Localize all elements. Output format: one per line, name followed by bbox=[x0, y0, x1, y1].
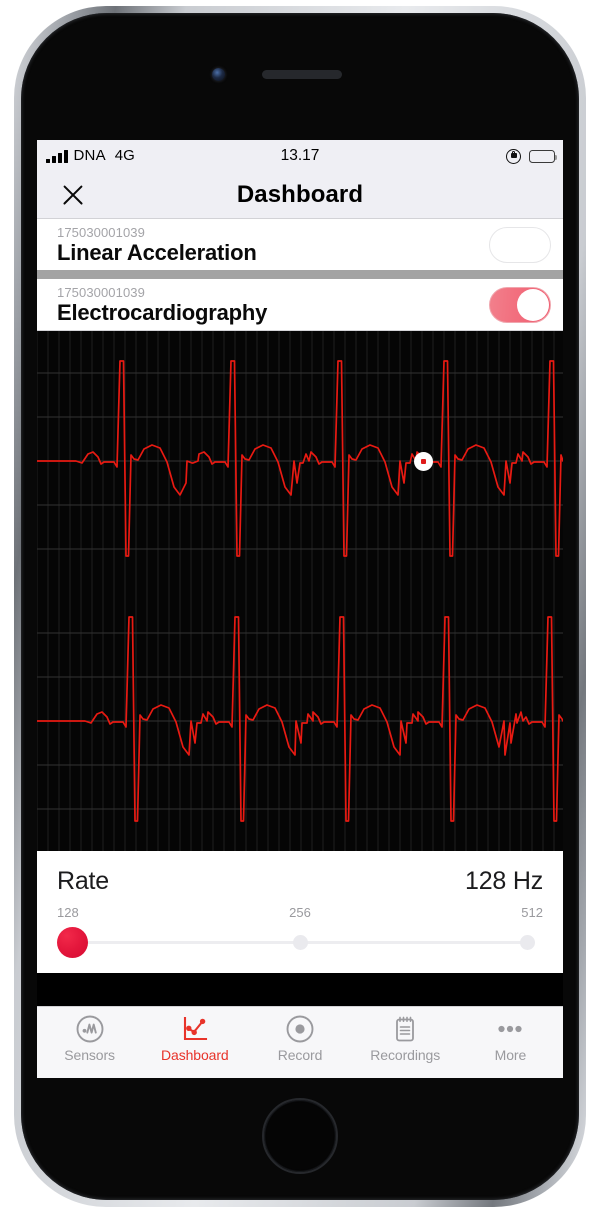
ecg-chart-bottom[interactable] bbox=[37, 591, 563, 851]
chart-cursor-marker[interactable] bbox=[413, 451, 433, 471]
rate-label: Rate bbox=[57, 867, 110, 895]
tick-label-min: 128 bbox=[57, 905, 79, 920]
tick-label-max: 512 bbox=[521, 905, 543, 920]
tab-record[interactable]: Record bbox=[247, 1014, 352, 1063]
tab-label-record: Record bbox=[277, 1047, 323, 1063]
clock-label: 13.17 bbox=[280, 147, 320, 164]
toggle-knob bbox=[517, 288, 549, 321]
ecg-waveform-path bbox=[37, 360, 563, 557]
battery-full-icon bbox=[529, 149, 558, 163]
phone-screen: DNA 4G 13.17 Dashboard 175030001039 Line… bbox=[37, 140, 563, 1078]
earpiece-speaker bbox=[262, 70, 342, 79]
movesense-circle-icon bbox=[75, 1014, 105, 1044]
tab-label-dashboard: Dashboard bbox=[161, 1047, 229, 1063]
chart-gridlines bbox=[37, 591, 563, 851]
sensor-texts: 175030001039 Linear Acceleration bbox=[57, 225, 257, 265]
slider-step-256[interactable] bbox=[292, 935, 308, 950]
ecg-chart-bottom-svg bbox=[37, 591, 563, 851]
sensor-name-label: Linear Acceleration bbox=[57, 239, 257, 265]
toggle-electrocardiography[interactable] bbox=[489, 286, 551, 323]
chart-gridlines bbox=[37, 331, 563, 591]
tab-bar: Sensors Dashboard Record Recordings More bbox=[37, 1006, 563, 1078]
chart-scatter-icon bbox=[180, 1014, 210, 1044]
ecg-chart-top[interactable] bbox=[37, 331, 563, 591]
tab-sensors[interactable]: Sensors bbox=[37, 1014, 142, 1063]
tab-more[interactable]: More bbox=[458, 1014, 563, 1063]
screenshot-stage: DNA 4G 13.17 Dashboard 175030001039 Line… bbox=[0, 0, 600, 1213]
section-divider bbox=[37, 270, 563, 279]
rate-slider[interactable] bbox=[57, 925, 543, 959]
sensor-row-electrocardiography[interactable]: 175030001039 Electrocardiography bbox=[37, 279, 563, 330]
rate-value: 128 Hz bbox=[464, 867, 543, 895]
toggle-linear-acceleration[interactable] bbox=[489, 226, 551, 263]
rate-tick-labels: 128 256 512 bbox=[57, 905, 543, 923]
tick-label-mid: 256 bbox=[289, 905, 311, 920]
rate-panel: Rate 128 Hz 128 256 512 bbox=[37, 851, 563, 973]
tab-label-sensors: Sensors bbox=[64, 1047, 115, 1063]
tab-label-recordings: Recordings bbox=[370, 1047, 441, 1063]
sensor-device-id: 175030001039 bbox=[57, 284, 145, 300]
rotation-lock-icon bbox=[506, 148, 521, 164]
tab-recordings[interactable]: Recordings bbox=[353, 1014, 458, 1063]
sensor-texts: 175030001039 Electrocardiography bbox=[57, 285, 267, 325]
home-button[interactable] bbox=[262, 1098, 338, 1174]
page-title: Dashboard bbox=[236, 181, 364, 208]
tab-dashboard[interactable]: Dashboard bbox=[142, 1014, 247, 1063]
close-x-icon[interactable] bbox=[59, 181, 87, 209]
record-circle-icon bbox=[285, 1014, 315, 1044]
front-camera-icon bbox=[212, 68, 225, 81]
sensor-name-label: Electrocardiography bbox=[57, 299, 268, 325]
slider-thumb[interactable] bbox=[57, 927, 88, 958]
notepad-icon bbox=[390, 1014, 420, 1044]
sensor-device-id: 175030001039 bbox=[57, 224, 145, 240]
ecg-chart-top-svg bbox=[37, 331, 563, 591]
sensor-row-linear-acceleration[interactable]: 175030001039 Linear Acceleration bbox=[37, 219, 563, 270]
navigation-bar: Dashboard bbox=[37, 172, 563, 219]
status-bar: DNA 4G 13.17 bbox=[37, 140, 563, 172]
ecg-waveform-path bbox=[37, 616, 563, 822]
tab-label-more: More bbox=[494, 1047, 527, 1063]
slider-step-512[interactable] bbox=[520, 935, 535, 950]
ellipsis-icon bbox=[495, 1014, 525, 1044]
status-bar-right bbox=[506, 148, 558, 164]
rate-header: Rate 128 Hz bbox=[57, 867, 543, 896]
